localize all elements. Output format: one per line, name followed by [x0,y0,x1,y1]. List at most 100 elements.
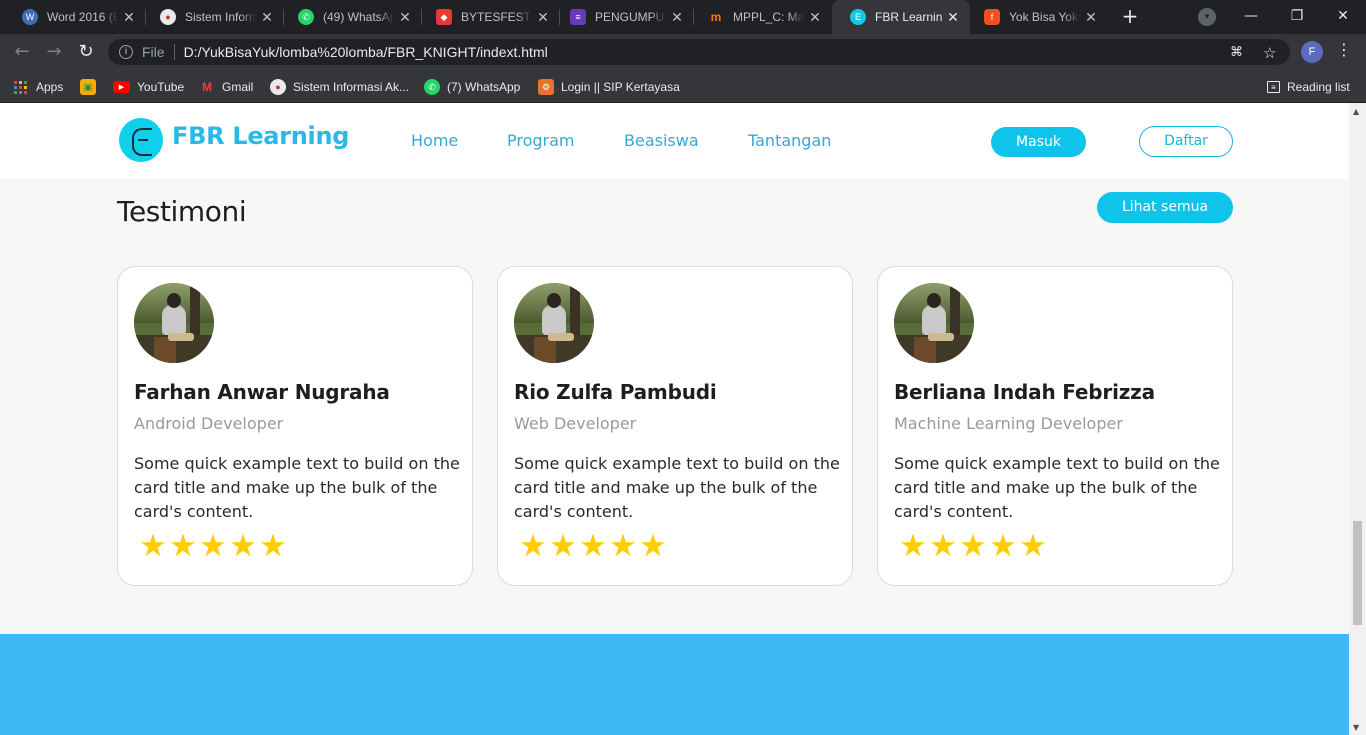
tab-bytesfest[interactable]: ◆ BYTESFEST 20 ✕ [418,0,560,34]
bookmark-apps[interactable]: Apps [14,77,63,97]
site-navbar: FBR Learning Home Program Beasiswa Tanta… [0,103,1349,179]
bookmarks-bar: Apps ▣ ▶ YouTube M Gmail ● Sistem Inform… [0,70,1366,103]
nav-program[interactable]: Program [507,131,575,150]
tab-figma[interactable]: f Yok Bisa Yok ✕ [966,0,1108,34]
bookmark-classroom[interactable]: ▣ [80,77,103,97]
back-icon[interactable]: ← [10,40,34,64]
minimize-icon[interactable]: — [1228,0,1274,34]
nav-beasiswa[interactable]: Beasiswa [624,131,699,150]
rating-stars: ★ ★ ★ ★ ★ [898,528,1048,564]
close-icon[interactable]: ✕ [942,9,964,26]
window-close-icon[interactable]: ✕ [1320,0,1366,34]
tab-sistem-informasi[interactable]: ● Sistem Inform ✕ [142,0,284,34]
star-icon: ★ [519,528,547,564]
tab-title: (49) WhatsAp [323,10,394,24]
bookmark-sistem-informasi[interactable]: ● Sistem Informasi Ak... [270,77,409,97]
star-icon: ★ [199,528,227,564]
star-icon: ★ [169,528,197,564]
testimonial-name: Berliana Indah Febrizza [894,380,1155,404]
tab-pengumpulan[interactable]: ≡ PENGUMPUL ✕ [552,0,694,34]
testimonial-role: Machine Learning Developer [894,414,1123,433]
footer-section [0,634,1349,735]
tab-title: FBR Learning [875,10,942,24]
page-viewport: FBR Learning Home Program Beasiswa Tanta… [0,103,1349,735]
star-icon: ★ [139,528,167,564]
youtube-icon: ▶ [113,81,130,93]
close-icon[interactable]: ✕ [1080,9,1102,26]
tab-title: Word 2016 (B [47,10,118,24]
reading-list[interactable]: ≡ Reading list [1267,77,1350,97]
close-icon[interactable]: ✕ [118,9,140,26]
bookmark-youtube[interactable]: ▶ YouTube [113,77,184,97]
tab-word[interactable]: W Word 2016 (B ✕ [4,0,146,34]
profile-avatar[interactable]: F [1301,41,1323,63]
info-icon[interactable]: i [119,45,133,59]
menu-kebab-icon[interactable]: ⋮ [1336,40,1352,59]
avatar [894,283,974,363]
figma-icon: f [984,9,1000,25]
star-icon: ★ [609,528,637,564]
bookmark-label: Gmail [222,80,254,94]
rating-stars: ★ ★ ★ ★ ★ [138,528,288,564]
restore-icon[interactable]: ❐ [1274,0,1320,34]
brand-name[interactable]: FBR Learning [172,122,349,150]
scroll-down-icon[interactable]: ▼ [1353,723,1359,732]
tab-whatsapp[interactable]: ✆ (49) WhatsAp ✕ [280,0,422,34]
address-bar[interactable]: i File D:/YukBisaYuk/lomba%20lomba/FBR_K… [108,39,1290,65]
star-icon: ★ [1019,528,1047,564]
star-icon: ★ [579,528,607,564]
bookmark-sip-kertayasa[interactable]: ⚙ Login || SIP Kertayasa [538,77,680,97]
rating-stars: ★ ★ ★ ★ ★ [518,528,668,564]
star-icon: ★ [229,528,257,564]
close-icon[interactable]: ✕ [256,9,278,26]
forms-icon: ≡ [570,9,586,25]
sip-icon: ⚙ [538,79,554,95]
url-text[interactable]: D:/YukBisaYuk/lomba%20lomba/FBR_KNIGHT/i… [184,44,548,60]
brand-logo-icon[interactable] [119,118,163,162]
testimonial-name: Rio Zulfa Pambudi [514,380,717,404]
tab-title: PENGUMPUL [595,10,666,24]
close-icon[interactable]: ✕ [532,9,554,26]
apps-grid-icon [14,80,27,94]
nav-home[interactable]: Home [411,131,458,150]
moodle-icon: m [710,10,722,24]
forward-icon[interactable]: → [42,40,66,64]
bookmark-label: Login || SIP Kertayasa [561,80,680,94]
tab-fbr-learning[interactable]: E FBR Learning ✕ [832,0,970,34]
close-icon[interactable]: ✕ [804,9,826,26]
testimonial-role: Web Developer [514,414,637,433]
see-all-button[interactable]: Lihat semua [1097,192,1233,223]
translate-icon[interactable]: ⌘ [1230,44,1243,60]
testimonial-name: Farhan Anwar Nugraha [134,380,390,404]
avatar [514,283,594,363]
tab-title: BYTESFEST 20 [461,10,532,24]
reload-icon[interactable]: ↻ [74,40,98,64]
new-tab-icon[interactable]: + [1118,4,1142,30]
bytesfest-icon: ◆ [436,9,452,25]
page-scrollbar[interactable]: ▲ ▼ [1349,103,1366,735]
whatsapp-icon: ✆ [298,9,314,25]
close-icon[interactable]: ✕ [394,9,416,26]
tab-title: Sistem Inform [185,10,256,24]
word-icon: W [22,9,38,25]
scroll-up-icon[interactable]: ▲ [1353,107,1359,116]
bookmark-whatsapp[interactable]: ✆ (7) WhatsApp [424,77,520,97]
tab-mppl[interactable]: m MPPL_C: Mate ✕ [690,0,832,34]
testimonial-role: Android Developer [134,414,284,433]
nav-tantangan[interactable]: Tantangan [748,131,831,150]
tab-search-icon[interactable]: ▾ [1198,8,1216,26]
close-icon[interactable]: ✕ [666,9,688,26]
reading-list-icon: ≡ [1267,81,1280,93]
scrollbar-thumb[interactable] [1353,521,1362,625]
register-button[interactable]: Daftar [1139,126,1233,157]
star-icon: ★ [549,528,577,564]
login-button[interactable]: Masuk [991,127,1086,157]
fbr-icon: E [850,9,866,25]
bookmark-star-icon[interactable]: ☆ [1263,44,1276,62]
star-icon: ★ [899,528,927,564]
bookmark-gmail[interactable]: M Gmail [199,77,253,97]
university-icon: ● [160,9,176,25]
scheme-label: File [142,44,165,60]
star-icon: ★ [959,528,987,564]
testimonial-text: Some quick example text to build on the … [134,454,460,521]
